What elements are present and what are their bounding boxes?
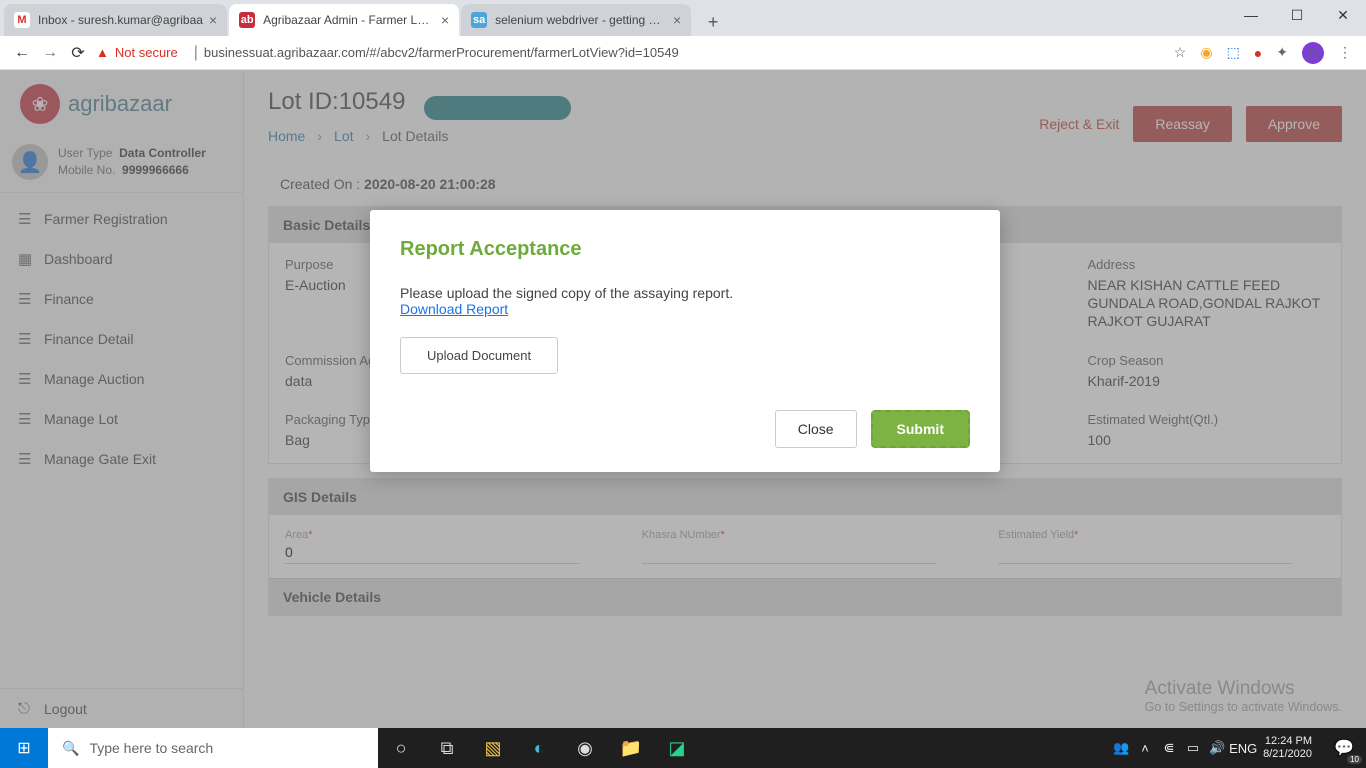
- sticky-notes-icon[interactable]: ▧: [470, 728, 516, 768]
- close-window-button[interactable]: ✕: [1320, 0, 1366, 30]
- edge-icon[interactable]: ◐: [516, 728, 562, 768]
- extension-icon[interactable]: ●: [1254, 45, 1262, 61]
- windows-taskbar: ⊞ 🔍 Type here to search ○ ⧉ ▧ ◐ ◉ 📁 ◪ 👥 …: [0, 728, 1366, 768]
- url-text[interactable]: businessuat.agribazaar.com/#/abcv2/farme…: [204, 45, 1174, 60]
- address-bar-icons: ☆ ◉ ⬚ ● ✦ S ⋮: [1174, 42, 1358, 64]
- new-tab-button[interactable]: +: [699, 8, 727, 36]
- notification-badge: 10: [1347, 755, 1362, 764]
- cortana-icon[interactable]: ○: [378, 728, 424, 768]
- separator: |: [194, 44, 198, 62]
- gmail-icon: M: [14, 12, 30, 28]
- volume-icon[interactable]: 🔊: [1205, 740, 1229, 756]
- browser-tab-stackoverflow[interactable]: sa selenium webdriver - getting erro ×: [461, 4, 691, 36]
- search-icon: 🔍: [62, 740, 79, 757]
- menu-icon[interactable]: ⋮: [1338, 44, 1352, 61]
- browser-tab-gmail[interactable]: M Inbox - suresh.kumar@agribaa ×: [4, 4, 227, 36]
- minimize-button[interactable]: —: [1228, 0, 1274, 30]
- pycharm-icon[interactable]: ◪: [654, 728, 700, 768]
- dialog-actions: Close Submit: [400, 410, 970, 448]
- extension-icon[interactable]: ◉: [1200, 44, 1212, 61]
- submit-button[interactable]: Submit: [871, 410, 970, 448]
- dialog-text: Please upload the signed copy of the ass…: [400, 285, 970, 301]
- people-icon[interactable]: 👥: [1109, 740, 1133, 756]
- bookmark-icon[interactable]: ☆: [1174, 44, 1187, 61]
- tab-title: Agribazaar Admin - Farmer Lot V: [263, 13, 435, 27]
- warning-icon: ▲: [96, 45, 109, 60]
- taskbar-clock[interactable]: 12:24 PM 8/21/2020: [1253, 735, 1322, 761]
- dialog-title: Report Acceptance: [400, 238, 970, 261]
- task-view-icon[interactable]: ⧉: [424, 728, 470, 768]
- task-icons: ○ ⧉ ▧ ◐ ◉ 📁 ◪: [378, 728, 700, 768]
- chrome-icon[interactable]: ◉: [562, 728, 608, 768]
- reload-button[interactable]: ⟳: [64, 39, 92, 67]
- taskbar-search[interactable]: 🔍 Type here to search: [48, 728, 378, 768]
- action-center-icon[interactable]: 💬10: [1322, 728, 1366, 768]
- file-explorer-icon[interactable]: 📁: [608, 728, 654, 768]
- close-icon[interactable]: ×: [441, 12, 449, 28]
- wifi-icon[interactable]: ⋐: [1157, 740, 1181, 756]
- tray-chevron-up-icon[interactable]: ˄: [1133, 741, 1157, 756]
- tab-title: selenium webdriver - getting erro: [495, 13, 667, 27]
- system-tray: 👥 ˄ ⋐ ▭ 🔊 ENG 12:24 PM 8/21/2020 💬10: [1109, 728, 1366, 768]
- extensions-icon[interactable]: ✦: [1276, 44, 1288, 61]
- tab-title: Inbox - suresh.kumar@agribaa: [38, 13, 203, 27]
- forward-button[interactable]: →: [36, 39, 64, 67]
- stackoverflow-icon: sa: [471, 12, 487, 28]
- start-button[interactable]: ⊞: [0, 728, 48, 768]
- maximize-button[interactable]: ☐: [1274, 0, 1320, 30]
- profile-avatar[interactable]: S: [1302, 42, 1324, 64]
- close-button[interactable]: Close: [775, 410, 857, 448]
- browser-tab-agribazaar[interactable]: ab Agribazaar Admin - Farmer Lot V ×: [229, 4, 459, 36]
- agribazaar-icon: ab: [239, 12, 255, 28]
- security-label: Not secure: [115, 45, 178, 60]
- battery-icon[interactable]: ▭: [1181, 740, 1205, 756]
- upload-document-button[interactable]: Upload Document: [400, 337, 558, 374]
- language-indicator[interactable]: ENG: [1229, 741, 1253, 756]
- close-icon[interactable]: ×: [209, 12, 217, 28]
- tab-strip: M Inbox - suresh.kumar@agribaa × ab Agri…: [0, 0, 1366, 36]
- search-placeholder: Type here to search: [89, 740, 213, 756]
- back-button[interactable]: ←: [8, 39, 36, 67]
- browser-chrome: — ☐ ✕ M Inbox - suresh.kumar@agribaa × a…: [0, 0, 1366, 70]
- download-report-link[interactable]: Download Report: [400, 301, 508, 317]
- extension-icon[interactable]: ⬚: [1227, 44, 1240, 61]
- security-status[interactable]: ▲ Not secure: [96, 45, 178, 60]
- report-acceptance-dialog: Report Acceptance Please upload the sign…: [370, 210, 1000, 472]
- windows-watermark: Activate Windows Go to Settings to activ…: [1145, 678, 1342, 714]
- address-bar: ← → ⟳ ▲ Not secure | businessuat.agribaz…: [0, 36, 1366, 70]
- close-icon[interactable]: ×: [673, 12, 681, 28]
- window-controls: — ☐ ✕: [1228, 0, 1366, 30]
